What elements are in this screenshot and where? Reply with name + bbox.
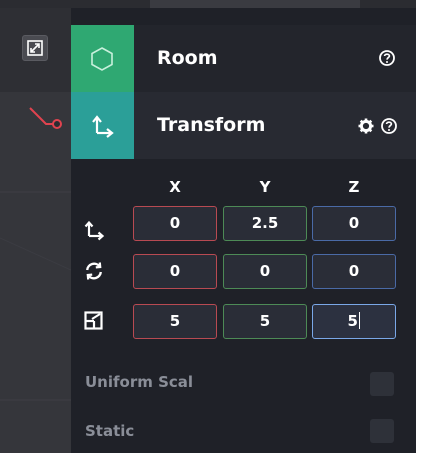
rotation-y-input[interactable]: 0 (223, 254, 307, 289)
position-y-input[interactable]: 2.5 (223, 206, 307, 241)
scale-x-input[interactable]: 5 (133, 304, 217, 339)
static-checkbox[interactable] (370, 419, 394, 443)
uniform-scale-label: Uniform Scal (85, 373, 194, 391)
position-icon (84, 220, 105, 241)
uniform-scale-checkbox[interactable] (370, 372, 394, 396)
rotation-x-input[interactable]: 0 (133, 254, 217, 289)
static-label: Static (85, 422, 135, 440)
position-z-input[interactable]: 0 (312, 206, 396, 241)
component-link-line (29, 107, 62, 129)
axis-header-x: X (169, 178, 181, 196)
component-room[interactable]: Room (71, 25, 416, 92)
help-icon[interactable] (380, 117, 398, 135)
help-icon[interactable] (378, 49, 396, 67)
editor-window: Room Transform X Y Z 0 2.5 0 0 0 0 5 5 5… (0, 0, 431, 453)
rotation-icon (86, 262, 102, 280)
component-transform[interactable]: Transform (71, 92, 416, 159)
scale-y-input[interactable]: 5 (223, 304, 307, 339)
scale-icon (84, 311, 103, 330)
scale-z-value: 5 (347, 312, 358, 330)
axis-header-y: Y (259, 178, 271, 196)
axis-header-z: Z (348, 178, 360, 196)
link-anchor-dot (52, 119, 62, 129)
gear-icon[interactable] (357, 117, 375, 135)
scale-z-input[interactable]: 5 (312, 304, 396, 339)
component-title-room: Room (157, 47, 218, 69)
inspector-panel: Room Transform X Y Z 0 2.5 0 0 0 0 5 5 5… (71, 8, 416, 453)
text-caret (358, 312, 361, 329)
position-x-input[interactable]: 0 (133, 206, 217, 241)
component-title-transform: Transform (157, 114, 266, 136)
rotation-z-input[interactable]: 0 (312, 254, 396, 289)
